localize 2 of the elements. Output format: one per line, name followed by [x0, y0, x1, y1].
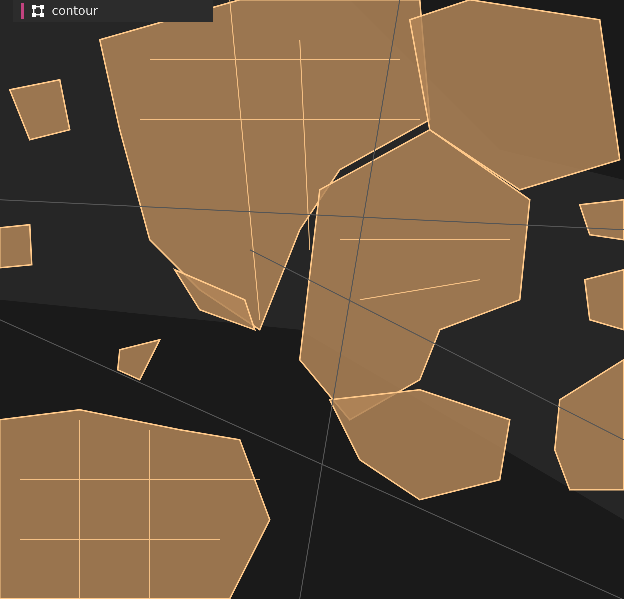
polygon-icon [32, 5, 44, 17]
layer-name: contour [52, 3, 98, 20]
